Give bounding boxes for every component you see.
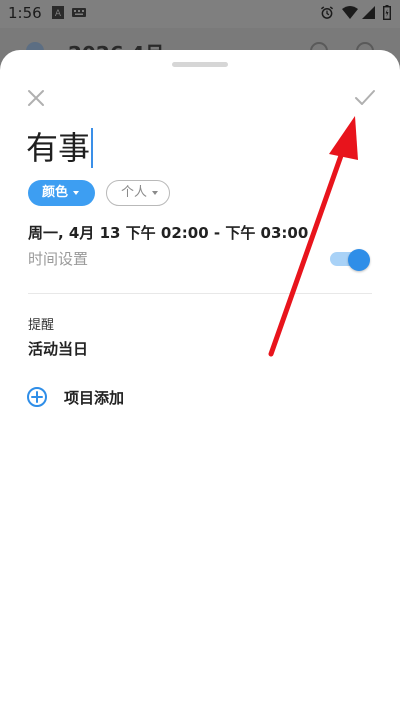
calendar-chip-label: 个人 <box>121 185 148 200</box>
a-icon: A <box>52 6 64 19</box>
reminder-label: 提醒 <box>28 318 55 333</box>
svg-text:A: A <box>55 9 62 19</box>
add-item-label: 项目添加 <box>64 389 125 407</box>
toggle-knob <box>348 249 370 271</box>
dropdown-arrow-icon <box>152 190 159 195</box>
wifi-icon <box>342 6 358 19</box>
dropdown-arrow-icon <box>73 190 80 195</box>
status-time: 1:56 <box>8 4 42 22</box>
signal-icon <box>362 6 375 19</box>
reminder-value[interactable]: 活动当日 <box>28 338 88 359</box>
event-title-field[interactable]: 有事 <box>26 126 94 170</box>
keyboard-icon <box>72 8 86 17</box>
time-setting-toggle[interactable] <box>330 249 370 271</box>
color-chip-label: 颜色 <box>42 185 69 200</box>
drag-handle[interactable] <box>172 62 228 67</box>
text-cursor <box>91 128 94 168</box>
status-bar: 1:56 A <box>0 0 400 28</box>
add-circle-icon <box>27 387 47 407</box>
calendar-chip[interactable]: 个人 <box>106 180 170 206</box>
time-setting-label: 时间设置 <box>28 250 89 268</box>
event-edit-sheet: 有事 颜色 个人 周一, 4月 13 下午 02:00 - 下午 03:00 时… <box>0 50 400 710</box>
event-datetime[interactable]: 周一, 4月 13 下午 02:00 - 下午 03:00 <box>28 222 308 243</box>
alarm-icon <box>320 6 334 19</box>
event-title: 有事 <box>26 129 91 167</box>
divider <box>28 293 372 294</box>
battery-icon <box>383 5 391 20</box>
checkmark-icon[interactable] <box>352 86 378 110</box>
close-icon[interactable] <box>24 86 48 110</box>
color-chip[interactable]: 颜色 <box>28 180 95 206</box>
